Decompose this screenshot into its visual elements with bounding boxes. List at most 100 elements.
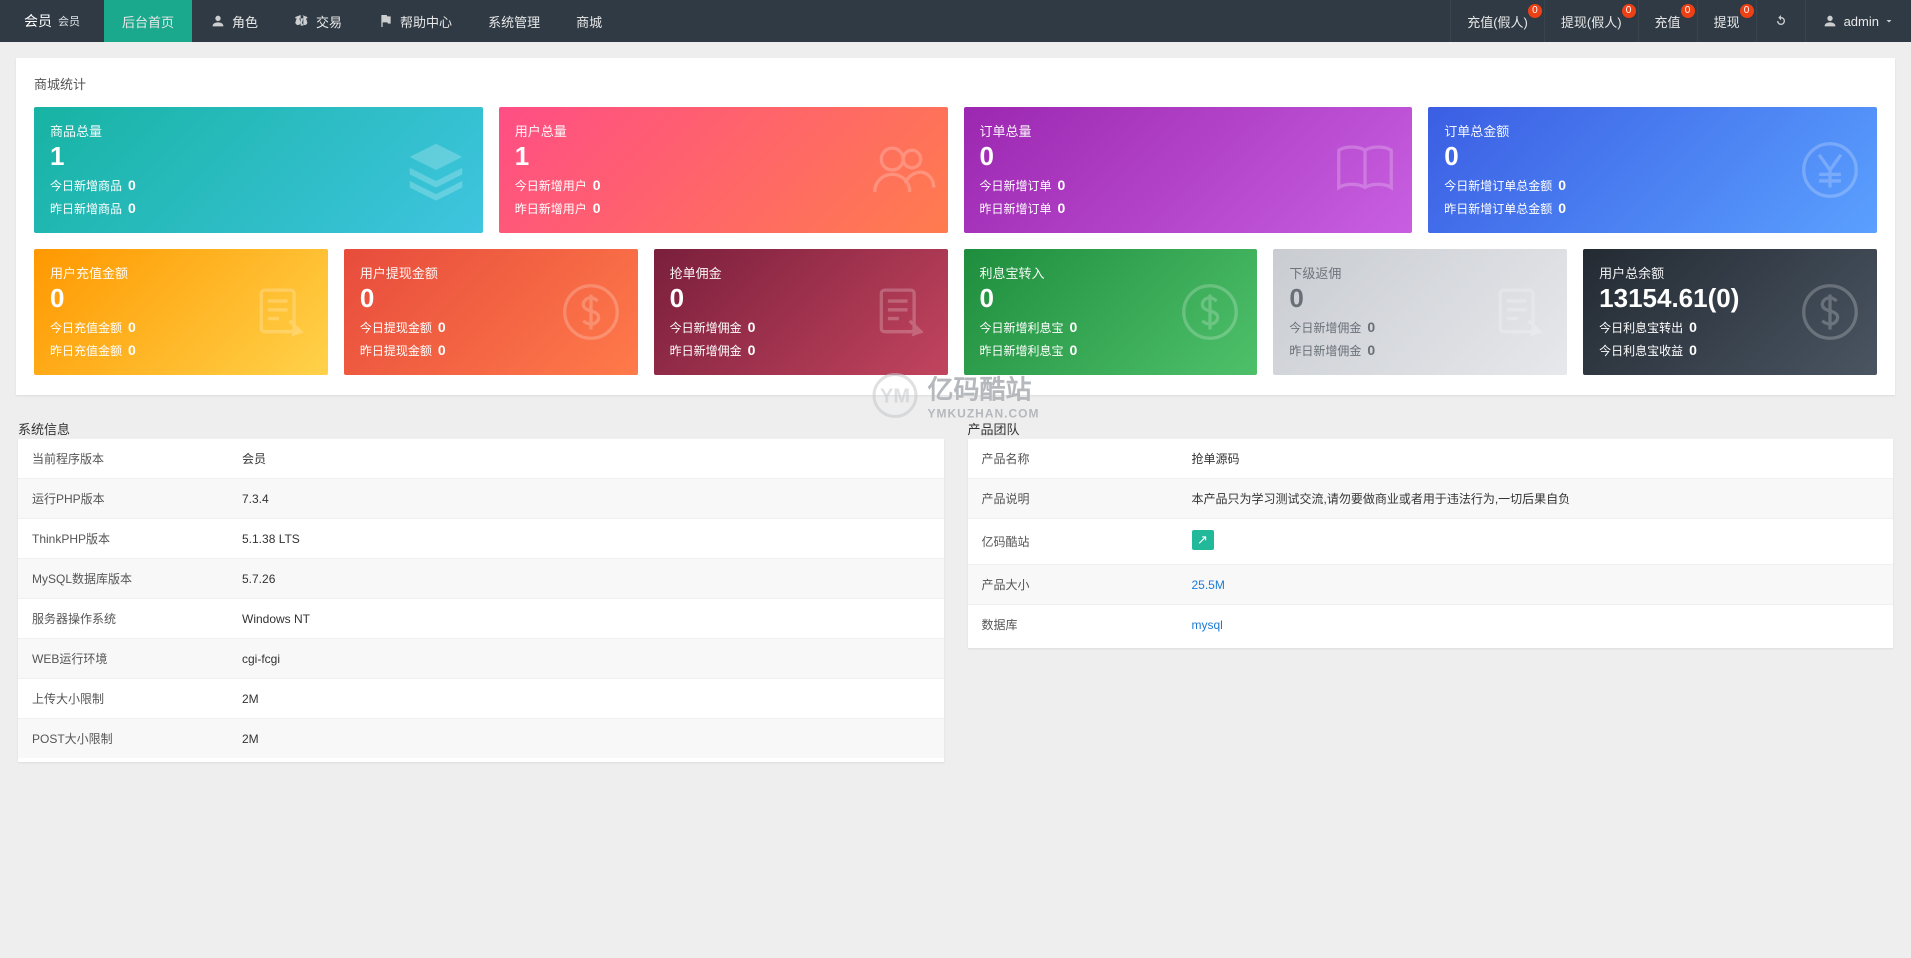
row-key: 产品名称 [968, 439, 1178, 479]
note-icon [246, 277, 316, 347]
row-value [1178, 519, 1894, 565]
table-row: POST大小限制2M [18, 719, 944, 759]
table-row: ThinkPHP版本5.1.38 LTS [18, 519, 944, 559]
scale-icon [294, 13, 310, 29]
row-key: 亿码酷站 [968, 519, 1178, 565]
nav-label: 角色 [232, 12, 258, 31]
stats-panel: 商城统计 商品总量1今日新增商品0昨日新增商品0用户总量1今日新增用户0昨日新增… [16, 58, 1895, 395]
sysinfo-title: 系统信息 [18, 419, 944, 438]
stat-card-a-2[interactable]: 订单总量0今日新增订单0昨日新增订单0 [964, 107, 1413, 233]
table-row: 产品名称抢单源码 [968, 439, 1894, 479]
nav-label: 交易 [316, 12, 342, 31]
note-icon [866, 277, 936, 347]
stat-card-b-1[interactable]: 用户提现金额0今日提现金额0昨日提现金额0 [344, 249, 638, 375]
table-row: MySQL数据库版本5.7.26 [18, 559, 944, 599]
row-link[interactable]: 25.5M [1192, 578, 1225, 592]
row-key: 上传大小限制 [18, 679, 228, 719]
row-value: 5.7.26 [228, 559, 944, 599]
row-key: 当前程序版本 [18, 439, 228, 479]
topright-item-3[interactable]: 提现0 [1697, 0, 1756, 42]
topright-label: 充值(假人) [1467, 12, 1528, 31]
team-title: 产品团队 [968, 419, 1894, 438]
book-icon [1330, 135, 1400, 205]
nav-item-2[interactable]: 交易 [276, 0, 360, 42]
row-value: mysql [1178, 605, 1894, 645]
team-panel: 产品团队 产品名称抢单源码产品说明本产品只为学习测试交流,请勿要做商业或者用于违… [968, 419, 1894, 762]
flag-icon [378, 13, 394, 29]
stats-title: 商城统计 [34, 74, 1877, 93]
row-value: 本产品只为学习测试交流,请勿要做商业或者用于违法行为,一切后果自负 [1178, 479, 1894, 519]
table-row: 服务器操作系统Windows NT [18, 599, 944, 639]
stat-card-b-5[interactable]: 用户总余额13154.61(0)今日利息宝转出0今日利息宝收益0 [1583, 249, 1877, 375]
two-column: 系统信息 当前程序版本会员运行PHP版本7.3.4ThinkPHP版本5.1.3… [16, 419, 1895, 762]
row-value: Windows NT [228, 599, 944, 639]
row-key: POST大小限制 [18, 719, 228, 759]
sysinfo-table: 当前程序版本会员运行PHP版本7.3.4ThinkPHP版本5.1.38 LTS… [18, 438, 944, 758]
count-badge: 0 [1740, 4, 1754, 18]
nav-label: 商城 [576, 12, 602, 31]
stat-card-a-0[interactable]: 商品总量1今日新增商品0昨日新增商品0 [34, 107, 483, 233]
user-icon [1822, 13, 1838, 29]
yen-icon [1795, 135, 1865, 205]
count-badge: 0 [1528, 4, 1542, 18]
row-value: 25.5M [1178, 565, 1894, 605]
stack-icon [401, 135, 471, 205]
dollar-icon [1175, 277, 1245, 347]
topright-item-1[interactable]: 提现(假人)0 [1544, 0, 1638, 42]
topright-item-0[interactable]: 充值(假人)0 [1450, 0, 1544, 42]
stat-row-small: 用户充值金额0今日充值金额0昨日充值金额0用户提现金额0今日提现金额0昨日提现金… [34, 249, 1877, 375]
sysinfo-panel: 系统信息 当前程序版本会员运行PHP版本7.3.4ThinkPHP版本5.1.3… [18, 419, 944, 762]
stat-card-b-2[interactable]: 抢单佣金0今日新增佣金0昨日新增佣金0 [654, 249, 948, 375]
brand-sub: 会员 [58, 13, 80, 29]
table-row: 当前程序版本会员 [18, 439, 944, 479]
row-key: 服务器操作系统 [18, 599, 228, 639]
row-key: 数据库 [968, 605, 1178, 645]
brand-name: 会员 [24, 11, 52, 31]
refresh-icon [1773, 13, 1789, 29]
row-key: ThinkPHP版本 [18, 519, 228, 559]
topbar: 会员 会员 后台首页角色交易帮助中心系统管理商城 充值(假人)0提现(假人)0充… [0, 0, 1911, 42]
nav-item-0[interactable]: 后台首页 [104, 0, 192, 42]
external-link-icon[interactable] [1192, 530, 1214, 550]
count-badge: 0 [1622, 4, 1636, 18]
stat-card-b-4[interactable]: 下级返佣0今日新增佣金0昨日新增佣金0 [1273, 249, 1567, 375]
users-icon [866, 135, 936, 205]
row-key: 产品说明 [968, 479, 1178, 519]
table-row: 亿码酷站 [968, 519, 1894, 565]
dollar-icon [556, 277, 626, 347]
note-icon [1485, 277, 1555, 347]
table-row: 产品大小25.5M [968, 565, 1894, 605]
stat-card-a-1[interactable]: 用户总量1今日新增用户0昨日新增用户0 [499, 107, 948, 233]
row-value: cgi-fcgi [228, 639, 944, 679]
table-row: WEB运行环境cgi-fcgi [18, 639, 944, 679]
row-link[interactable]: mysql [1192, 618, 1223, 632]
count-badge: 0 [1681, 4, 1695, 18]
row-key: MySQL数据库版本 [18, 559, 228, 599]
nav-item-1[interactable]: 角色 [192, 0, 276, 42]
stat-row-large: 商品总量1今日新增商品0昨日新增商品0用户总量1今日新增用户0昨日新增用户0订单… [34, 107, 1877, 233]
nav-item-3[interactable]: 帮助中心 [360, 0, 470, 42]
row-value: 抢单源码 [1178, 439, 1894, 479]
topright-label: 提现 [1714, 12, 1740, 31]
row-value: 2M [228, 679, 944, 719]
user-icon [210, 13, 226, 29]
topright-item-2[interactable]: 充值0 [1638, 0, 1697, 42]
nav-item-4[interactable]: 系统管理 [470, 0, 558, 42]
stat-card-b-3[interactable]: 利息宝转入0今日新增利息宝0昨日新增利息宝0 [964, 249, 1258, 375]
stat-card-a-3[interactable]: 订单总金额0今日新增订单总金额0昨日新增订单总金额0 [1428, 107, 1877, 233]
nav-label: 后台首页 [122, 12, 174, 31]
topright-label: 充值 [1655, 12, 1681, 31]
table-row: 产品说明本产品只为学习测试交流,请勿要做商业或者用于违法行为,一切后果自负 [968, 479, 1894, 519]
chevron-down-icon [1883, 15, 1895, 27]
nav-label: 帮助中心 [400, 12, 452, 31]
refresh-button[interactable] [1756, 0, 1805, 42]
nav-item-5[interactable]: 商城 [558, 0, 620, 42]
brand: 会员 会员 [0, 0, 104, 42]
team-table: 产品名称抢单源码产品说明本产品只为学习测试交流,请勿要做商业或者用于违法行为,一… [968, 438, 1894, 644]
user-menu[interactable]: admin [1805, 0, 1911, 42]
dollar-icon [1795, 277, 1865, 347]
topbar-right: 充值(假人)0提现(假人)0充值0提现0 admin [1450, 0, 1911, 42]
stat-card-b-0[interactable]: 用户充值金额0今日充值金额0昨日充值金额0 [34, 249, 328, 375]
table-row: 上传大小限制2M [18, 679, 944, 719]
topright-label: 提现(假人) [1561, 12, 1622, 31]
